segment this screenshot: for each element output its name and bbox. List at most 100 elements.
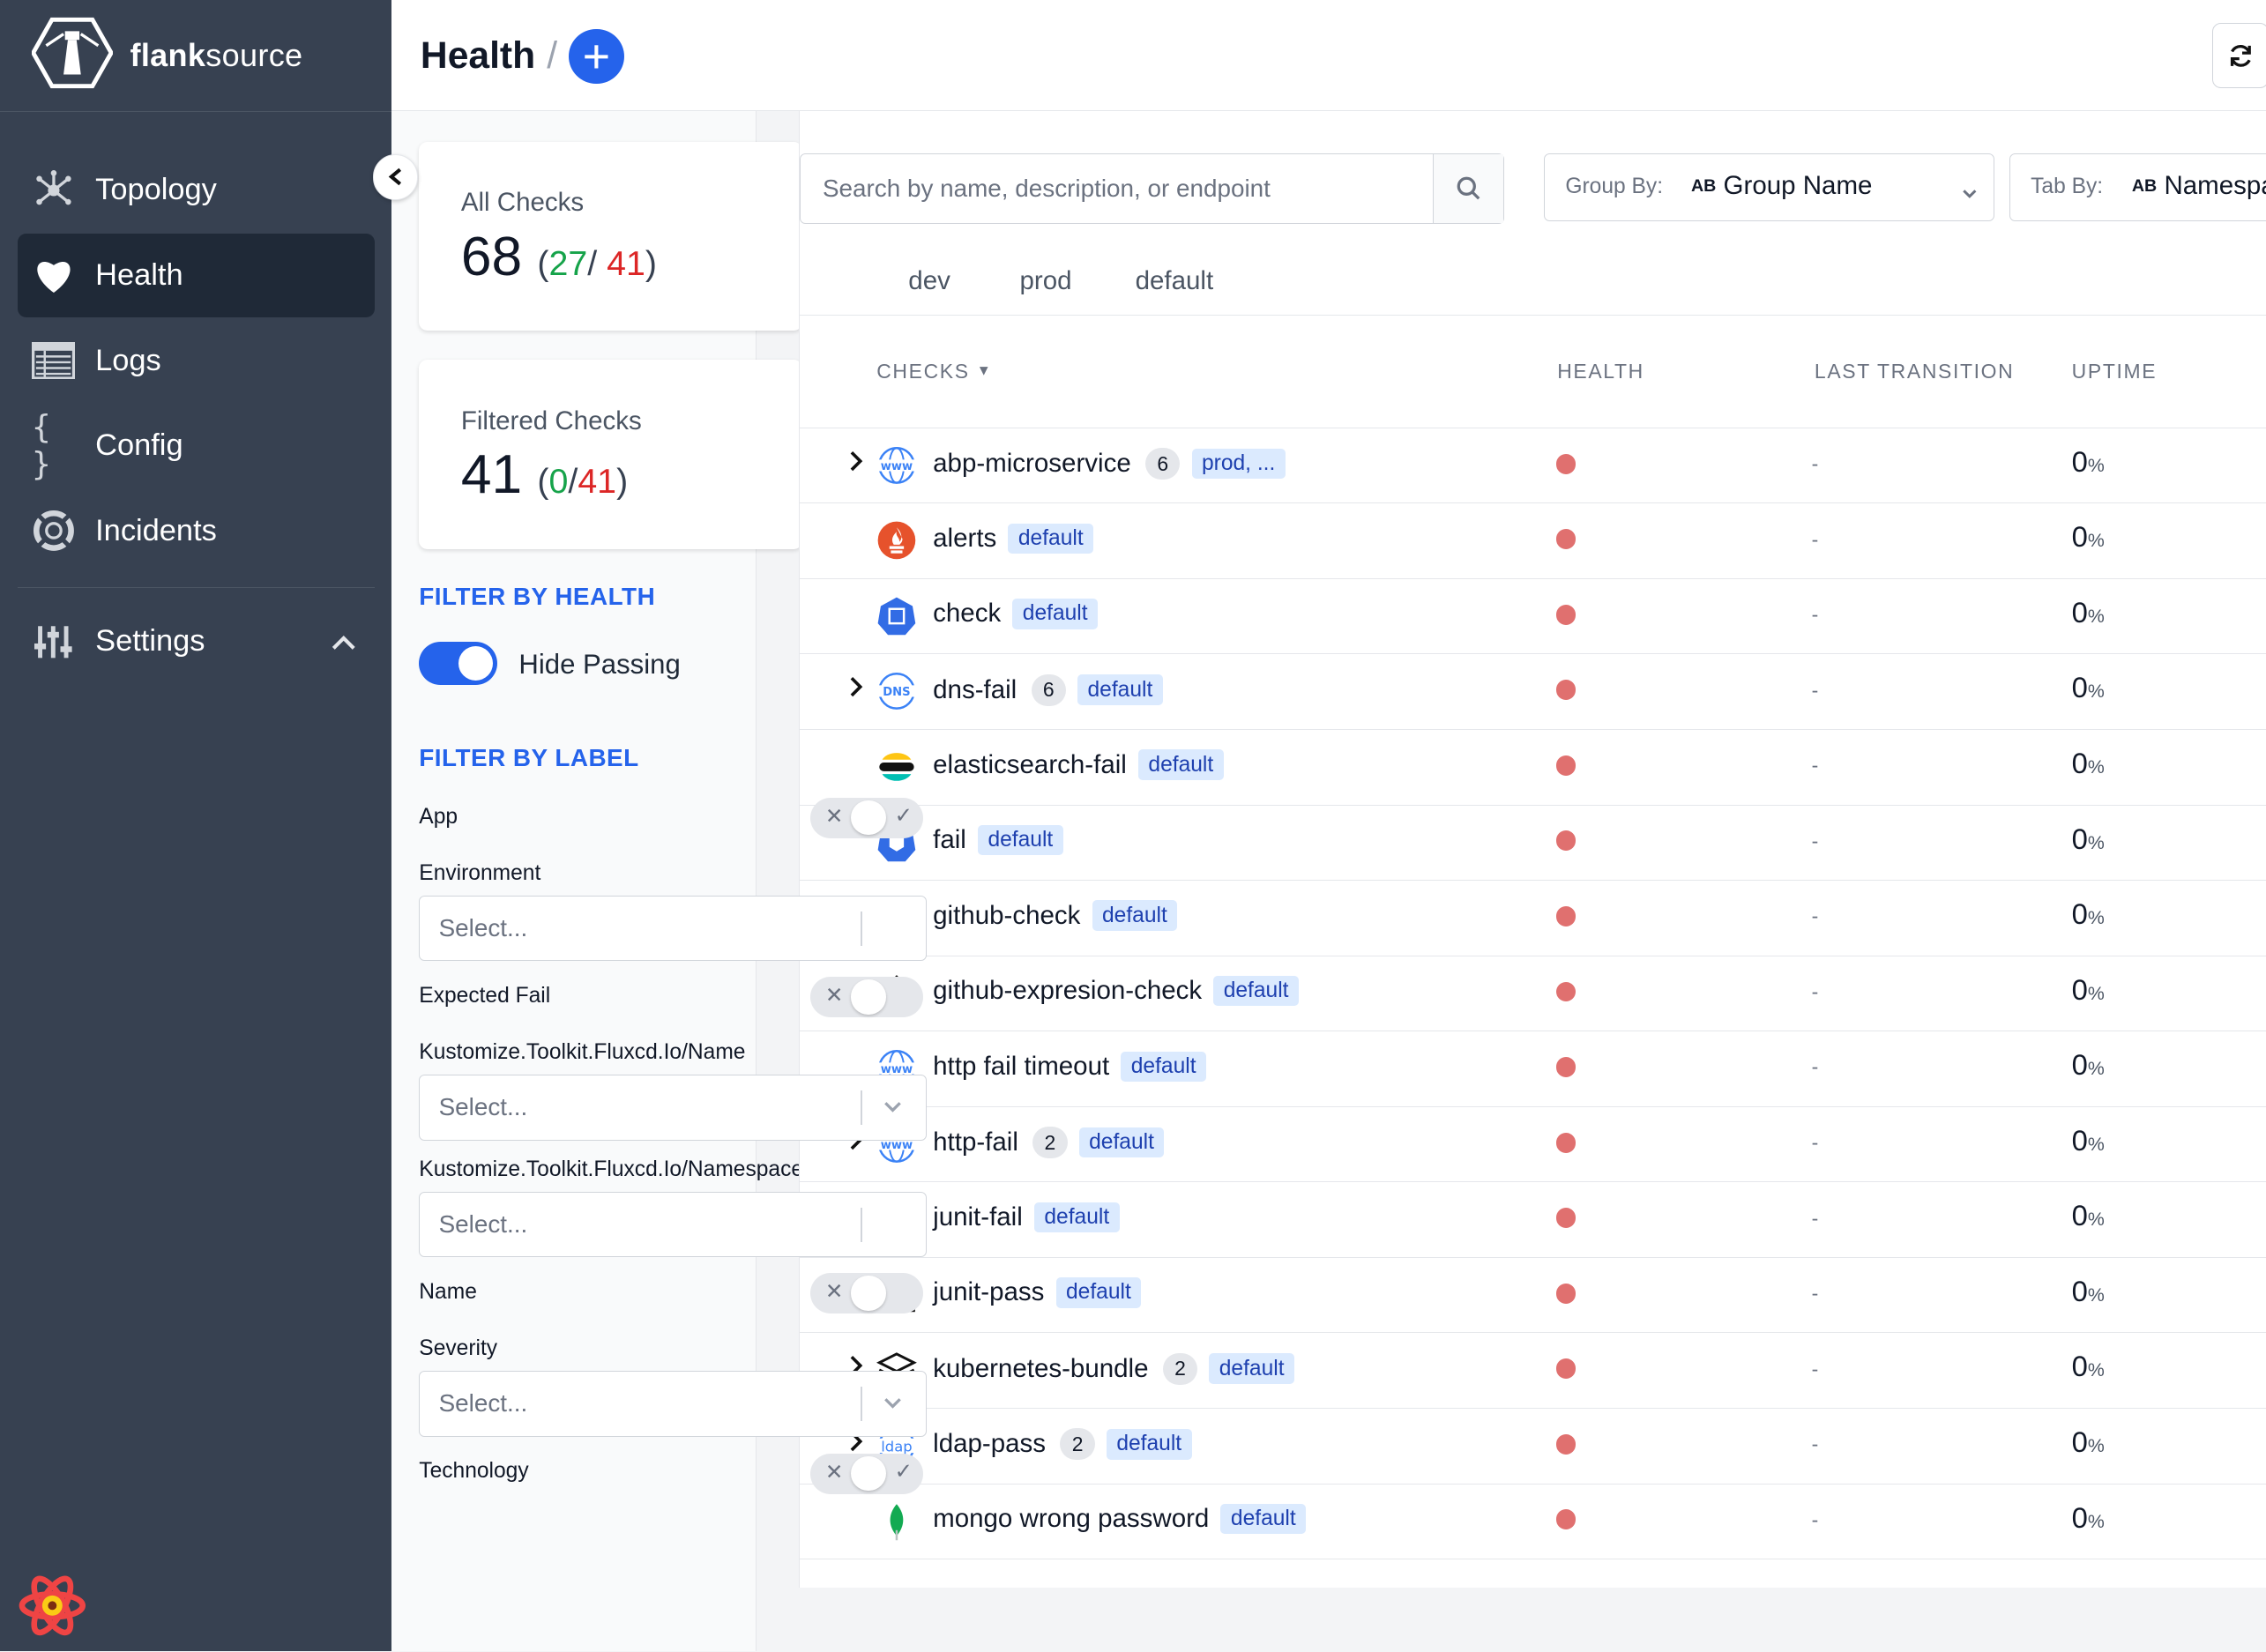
lighthouse-logo-icon[interactable] bbox=[30, 17, 115, 95]
mongodb-icon bbox=[876, 1501, 917, 1542]
kustomize-name-select[interactable]: Select... bbox=[419, 1075, 927, 1141]
namespace-tag: default bbox=[1106, 1429, 1192, 1460]
tab-default[interactable]: default bbox=[1136, 266, 1214, 296]
all-checks-card: All Checks 68 (27/ 41) bbox=[419, 141, 802, 331]
sidebar-divider bbox=[17, 587, 375, 588]
tab-prod[interactable]: prod bbox=[1019, 266, 1071, 296]
uptime-value: 0% bbox=[2071, 1048, 2105, 1082]
label-name: Name bbox=[419, 1280, 477, 1305]
search-button[interactable] bbox=[1433, 153, 1503, 224]
name-filter-toggle[interactable]: ✕ bbox=[810, 1272, 924, 1313]
check-name[interactable]: ldap-pass 2 default bbox=[933, 1428, 1192, 1461]
health-status-dot bbox=[1555, 604, 1577, 625]
table-row[interactable]: junit-fail default - 0% bbox=[800, 1182, 2266, 1258]
health-status-dot bbox=[1555, 1509, 1577, 1530]
check-name[interactable]: kubernetes-bundle 2 default bbox=[933, 1352, 1295, 1385]
check-name[interactable]: junit-fail default bbox=[933, 1202, 1120, 1233]
check-name[interactable]: abp-microservice 6 prod, ... bbox=[933, 448, 1286, 480]
sidebar-item-label: Incidents bbox=[95, 513, 217, 547]
last-transition-value: - bbox=[1811, 904, 1819, 928]
table-row[interactable]: DNS dns-fail 6 default -0% bbox=[800, 654, 2266, 730]
uptime-value: 0% bbox=[2071, 897, 2105, 931]
checks-main: Search by name, description, or endpoint… bbox=[799, 111, 2266, 1589]
column-header-last-transition[interactable]: LAST TRANSITION bbox=[1815, 360, 2014, 383]
column-header-checks[interactable]: CHECKS ▼ bbox=[876, 360, 992, 383]
sidebar-item-logs[interactable]: Logs bbox=[18, 319, 375, 403]
namespace-tag: default bbox=[977, 824, 1063, 856]
check-name[interactable]: dns-fail 6 default bbox=[933, 673, 1163, 706]
tab-by-select[interactable]: Tab By: AB Namespa bbox=[2009, 153, 2266, 222]
check-name[interactable]: mongo wrong password default bbox=[933, 1503, 1307, 1535]
technology-filter-toggle[interactable]: ✕ ✓ bbox=[810, 1453, 924, 1494]
check-name[interactable]: http fail timeout default bbox=[933, 1051, 1207, 1083]
topology-icon bbox=[32, 168, 75, 212]
chevron-right-icon[interactable] bbox=[847, 450, 865, 479]
namespace-tag: default bbox=[1092, 900, 1178, 931]
check-name[interactable]: check default bbox=[933, 599, 1099, 629]
lifebuoy-icon bbox=[32, 510, 75, 553]
table-row[interactable]: check default - 0% bbox=[800, 578, 2266, 655]
environment-select[interactable]: Select... bbox=[419, 896, 927, 962]
expected-fail-filter-toggle[interactable]: ✕ bbox=[810, 976, 924, 1017]
group-by-select[interactable]: Group By: AB Group Name bbox=[1544, 153, 1994, 222]
sidebar-item-config[interactable]: { } Config bbox=[18, 404, 375, 487]
last-transition-value: - bbox=[1811, 754, 1819, 778]
table-row[interactable]: www abp-microservice 6 prod, ... -0% bbox=[800, 428, 2266, 504]
health-status-dot bbox=[1555, 981, 1577, 1002]
table-row[interactable]: junit-pass default - 0% bbox=[800, 1257, 2266, 1334]
table-row[interactable]: github-expresion-check default - 0% bbox=[800, 956, 2266, 1032]
last-transition-value: - bbox=[1811, 1206, 1819, 1230]
health-status-dot bbox=[1555, 1433, 1577, 1455]
tab-dev[interactable]: dev bbox=[908, 266, 950, 296]
namespace-tag: default bbox=[1213, 975, 1299, 1007]
table-row[interactable]: github-check default - 0% bbox=[800, 880, 2266, 956]
chevron-down-icon bbox=[883, 1093, 903, 1120]
last-transition-value: - bbox=[1811, 1130, 1819, 1154]
health-status-dot bbox=[1555, 453, 1577, 474]
table-row[interactable]: www http-fail 2 default -0% bbox=[800, 1106, 2266, 1183]
sidebar-item-incidents[interactable]: Incidents bbox=[18, 489, 375, 573]
hide-passing-toggle[interactable] bbox=[419, 641, 497, 685]
check-name[interactable]: elasticsearch-fail default bbox=[933, 749, 1224, 780]
chevron-right-icon[interactable] bbox=[847, 675, 865, 704]
table-row[interactable]: kubernetes-bundle 2 default -0% bbox=[800, 1333, 2266, 1410]
sidebar-item-settings[interactable]: Settings bbox=[18, 599, 375, 683]
chevron-up-icon[interactable] bbox=[331, 624, 357, 659]
check-name[interactable]: http-fail 2 default bbox=[933, 1127, 1165, 1159]
check-name[interactable]: github-check default bbox=[933, 900, 1178, 931]
react-atom-icon[interactable] bbox=[18, 1571, 87, 1641]
health-status-dot bbox=[1555, 830, 1577, 852]
health-status-dot bbox=[1555, 1132, 1577, 1153]
sidebar-item-health[interactable]: Health bbox=[17, 233, 375, 317]
table-row[interactable]: www http fail timeout default -0% bbox=[800, 1031, 2266, 1107]
table-row[interactable]: ldap ldap-pass 2 default -0% bbox=[800, 1408, 2266, 1485]
namespace-tag: default bbox=[1077, 674, 1163, 705]
app-filter-toggle[interactable]: ✕ ✓ bbox=[810, 797, 924, 838]
check-name[interactable]: github-expresion-check default bbox=[933, 975, 1299, 1007]
check-name[interactable]: junit-pass default bbox=[933, 1277, 1142, 1308]
filtered-checks-count: 41 (0/41) bbox=[460, 444, 629, 506]
namespace-tag: default bbox=[1033, 1202, 1120, 1233]
filtered-checks-title: Filtered Checks bbox=[460, 406, 642, 435]
check-name[interactable]: fail default bbox=[933, 824, 1063, 856]
column-header-health[interactable]: HEALTH bbox=[1557, 360, 1644, 383]
kustomize-namespace-select[interactable]: Select... bbox=[419, 1192, 927, 1258]
sort-caret-icon: ▼ bbox=[976, 362, 993, 379]
table-row[interactable]: mongo wrong password default - 0% bbox=[800, 1484, 2266, 1560]
breadcrumb: Health / bbox=[421, 28, 624, 85]
table-row[interactable]: elasticsearch-fail default - 0% bbox=[800, 729, 2266, 806]
refresh-button[interactable] bbox=[2211, 23, 2266, 89]
table-row[interactable]: alerts default - 0% bbox=[800, 503, 2266, 579]
check-name[interactable]: alerts default bbox=[933, 523, 1094, 554]
sliders-icon bbox=[32, 620, 75, 663]
severity-select[interactable]: Select... bbox=[419, 1371, 927, 1437]
table-row[interactable]: fail default - 0% bbox=[800, 805, 2266, 882]
collapse-sidebar-button[interactable] bbox=[372, 154, 419, 200]
heart-icon bbox=[32, 254, 75, 297]
add-button[interactable] bbox=[569, 28, 624, 85]
filter-panel: All Checks 68 (27/ 41) Filtered Checks 4… bbox=[391, 111, 927, 1652]
uptime-value: 0% bbox=[2071, 1350, 2105, 1383]
column-header-uptime[interactable]: UPTIME bbox=[2072, 360, 2158, 383]
sidebar-item-topology[interactable]: Topology bbox=[18, 148, 375, 232]
search-input[interactable]: Search by name, description, or endpoint bbox=[823, 175, 1271, 203]
